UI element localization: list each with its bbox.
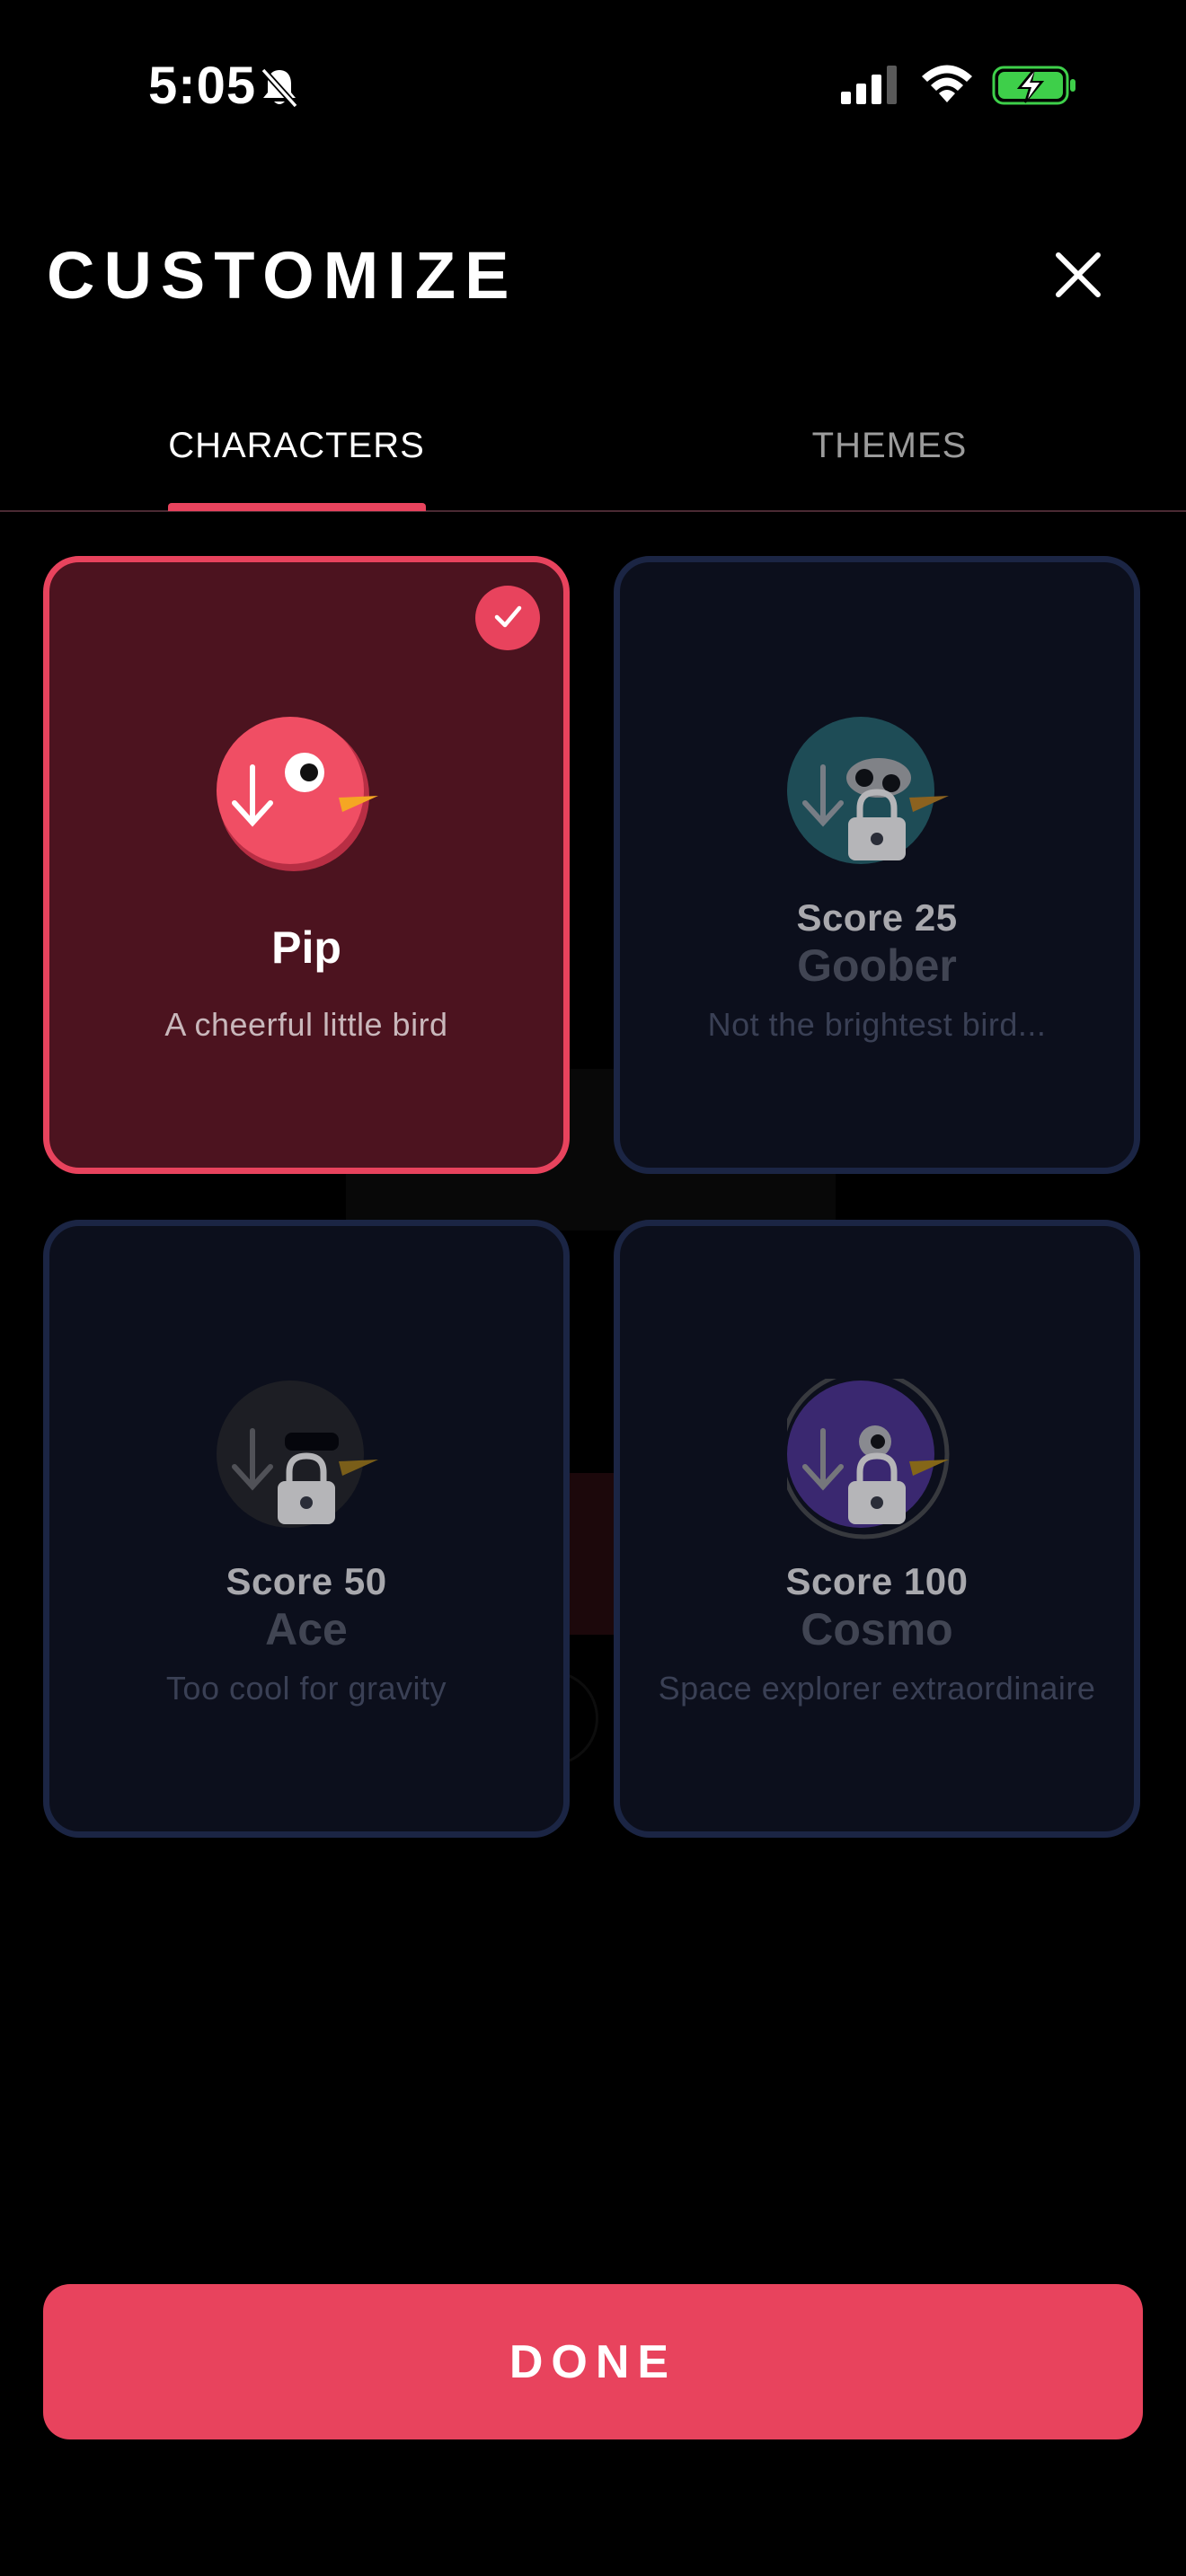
unlock-requirement: Score 25 <box>796 896 958 939</box>
character-description: Too cool for gravity <box>165 1670 447 1707</box>
done-button[interactable]: DONE <box>43 2284 1143 2439</box>
battery-charging-icon <box>992 65 1078 110</box>
character-card-ace[interactable]: Score 50 Ace Too cool for gravity <box>43 1220 570 1838</box>
lock-icon <box>275 1451 338 1531</box>
status-bar: 5:05 <box>0 0 1186 171</box>
bell-slash-icon <box>258 65 301 114</box>
tab-label: CHARACTERS <box>168 426 425 465</box>
character-name: Ace <box>265 1604 348 1654</box>
character-name: Pip <box>271 922 341 973</box>
bird-avatar-pip <box>217 715 396 877</box>
status-time: 5:05 <box>148 57 257 115</box>
unlock-requirement: Score 100 <box>785 1560 969 1602</box>
tab-themes[interactable]: THEMES <box>593 395 1186 510</box>
character-card-goober[interactable]: Score 25 Goober Not the brightest bird..… <box>614 556 1140 1174</box>
character-description: Not the brightest bird... <box>707 1006 1047 1043</box>
tab-characters[interactable]: CHARACTERS <box>0 395 593 510</box>
close-button[interactable] <box>1042 241 1114 313</box>
active-tab-indicator <box>168 503 426 511</box>
character-card-pip[interactable]: Pip A cheerful little bird <box>43 556 570 1174</box>
character-card-cosmo[interactable]: Score 100 Cosmo Space explorer extraordi… <box>614 1220 1140 1838</box>
tab-label: THEMES <box>811 426 968 465</box>
cellular-signal-icon <box>839 65 900 109</box>
character-name: Goober <box>797 940 957 991</box>
checkmark-icon <box>490 598 526 639</box>
character-description: A cheerful little bird <box>164 1006 448 1043</box>
wifi-icon <box>919 63 975 109</box>
tab-bar: CHARACTERS THEMES <box>0 395 1186 512</box>
page-title: CUSTOMIZE <box>47 238 518 313</box>
close-icon <box>1053 250 1103 304</box>
done-label: DONE <box>509 2335 677 2388</box>
character-name: Cosmo <box>801 1604 953 1654</box>
lock-icon <box>845 1451 908 1531</box>
unlock-requirement: Score 50 <box>226 1560 387 1602</box>
selected-badge <box>475 586 540 650</box>
lock-icon <box>845 787 908 867</box>
character-description: Space explorer extraordinaire <box>658 1670 1096 1707</box>
